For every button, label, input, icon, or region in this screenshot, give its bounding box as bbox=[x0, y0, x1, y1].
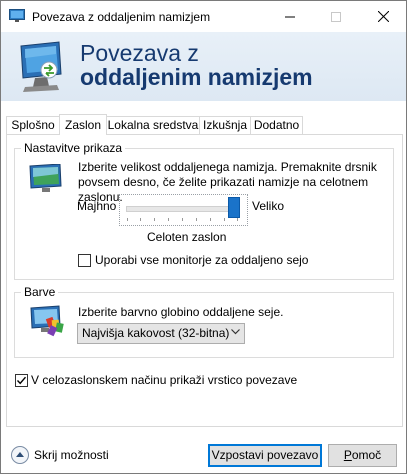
slider-tick bbox=[237, 218, 238, 221]
checkmark-icon bbox=[16, 376, 27, 385]
maximize-icon bbox=[331, 11, 341, 22]
remote-desktop-app-icon bbox=[9, 9, 25, 23]
slider-value-label: Celoten zaslon bbox=[147, 230, 227, 244]
close-icon bbox=[377, 11, 389, 22]
tab-local-resources[interactable]: Lokalna sredstva bbox=[106, 116, 200, 134]
slider-min-label: Majhno bbox=[77, 199, 117, 213]
close-button[interactable] bbox=[360, 1, 406, 32]
slider-tick bbox=[182, 218, 183, 221]
colors-legend: Barve bbox=[21, 285, 59, 299]
slider-tick bbox=[210, 218, 211, 221]
slider-tick bbox=[224, 218, 225, 221]
slider-thumb[interactable] bbox=[228, 197, 240, 218]
banner-title-line1: Povezava z bbox=[80, 40, 199, 66]
slider-max-label: Veliko bbox=[252, 199, 285, 213]
minimize-icon bbox=[285, 16, 295, 17]
tab-experience[interactable]: Izkušnja bbox=[199, 116, 251, 134]
tab-general[interactable]: Splošno bbox=[6, 116, 60, 134]
slider-track bbox=[126, 206, 240, 212]
display-size-slider[interactable] bbox=[119, 194, 248, 226]
slider-tick bbox=[154, 218, 155, 221]
color-depth-selected: Najvišja kakovost (32-bitna) bbox=[82, 326, 230, 340]
banner-title-line2: oddaljenim namizjem bbox=[80, 64, 313, 90]
help-button[interactable]: Pomoč bbox=[328, 444, 397, 467]
chevron-down-icon bbox=[231, 329, 240, 335]
slider-tick bbox=[196, 218, 197, 221]
fullscreen-bar-checkbox[interactable] bbox=[15, 374, 28, 387]
color-palette-icon bbox=[29, 304, 67, 340]
connect-button[interactable]: Vzpostavi povezavo bbox=[208, 444, 322, 467]
remote-desktop-monitor-icon bbox=[15, 40, 69, 94]
color-depth-select[interactable]: Najvišja kakovost (32-bitna) bbox=[77, 323, 245, 344]
title-bar: Povezava z oddaljenim namizjem bbox=[1, 1, 406, 32]
fullscreen-bar-label: V celozaslonskem načinu prikaži vrstico … bbox=[31, 373, 298, 387]
maximize-button[interactable] bbox=[313, 1, 359, 32]
minimize-button[interactable] bbox=[267, 1, 313, 32]
hide-options-label[interactable]: Skrij možnosti bbox=[34, 448, 109, 462]
tab-display[interactable]: Zaslon bbox=[59, 114, 107, 135]
rdp-window: Povezava z oddaljenim namizjem Povezava bbox=[0, 0, 407, 474]
header-banner: Povezava z oddaljenim namizjem bbox=[1, 32, 406, 101]
window-title: Povezava z oddaljenim namizjem bbox=[32, 10, 211, 24]
slider-tick bbox=[168, 218, 169, 221]
hide-options-toggle[interactable] bbox=[11, 446, 29, 464]
use-all-monitors-checkbox[interactable] bbox=[78, 254, 91, 267]
display-config-legend: Nastavitve prikaza bbox=[21, 141, 126, 155]
tab-advanced[interactable]: Dodatno bbox=[250, 116, 303, 134]
slider-tick bbox=[140, 218, 141, 221]
display-monitor-icon bbox=[28, 163, 64, 194]
use-all-monitors-label: Uporabi vse monitorje za oddaljeno sejo bbox=[95, 253, 309, 267]
colors-description: Izberite barvno globino oddaljene seje. bbox=[78, 305, 284, 319]
slider-tick bbox=[127, 218, 128, 221]
chevron-up-icon bbox=[16, 452, 24, 457]
